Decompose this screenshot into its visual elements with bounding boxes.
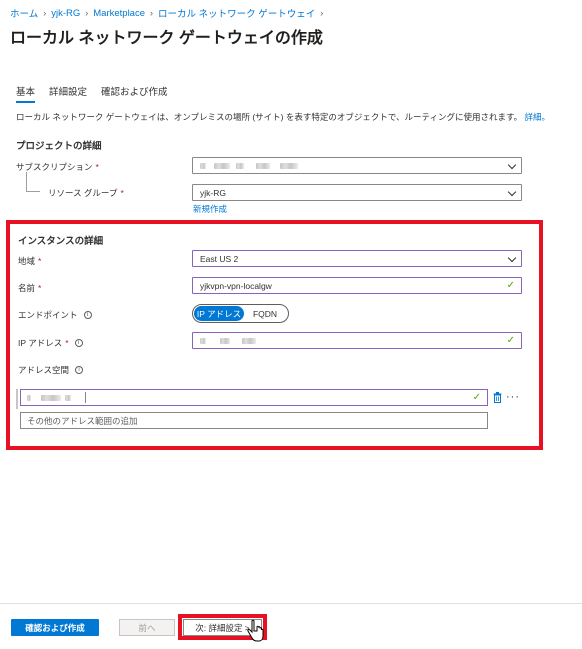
redacted-value (200, 337, 206, 344)
check-icon: ✓ (472, 392, 481, 403)
breadcrumb-resource-group[interactable]: yjk-RG (51, 8, 80, 19)
endpoint-label-text: エンドポイント (18, 310, 78, 320)
project-details-heading: プロジェクトの詳細 (16, 141, 102, 152)
breadcrumb-home[interactable]: ホーム (10, 6, 38, 20)
hand-cursor-icon (247, 619, 264, 642)
redacted-value (220, 337, 230, 344)
tab-basics[interactable]: 基本 (16, 84, 36, 103)
resource-group-label-text: リソース グループ (48, 188, 118, 198)
create-new-resource-group-link[interactable]: 新規作成 (193, 203, 227, 215)
breadcrumb-local-network-gateway[interactable]: ローカル ネットワーク ゲートウェイ (158, 6, 315, 20)
review-create-button[interactable]: 確認および作成 (11, 619, 99, 636)
ip-address-label: IP アドレス * i (18, 337, 83, 349)
more-options-button[interactable]: ··· (285, 28, 300, 42)
description-text: ローカル ネットワーク ゲートウェイは、オンプレミスの場所 (サイト) を表す特… (16, 112, 523, 122)
subscription-select[interactable] (192, 157, 522, 174)
redacted-value (242, 337, 256, 344)
redacted-value (200, 162, 206, 169)
ip-address-label-text: IP アドレス (18, 338, 63, 348)
resource-group-select[interactable]: yjk-RG (192, 184, 522, 201)
address-space-label: アドレス空間 i (18, 364, 84, 376)
required-mark: * (65, 338, 69, 348)
info-icon[interactable]: i (83, 311, 92, 319)
name-input[interactable]: yjkvpn-vpn-localgw ✓ (192, 277, 522, 294)
name-value: yjkvpn-vpn-localgw (200, 280, 272, 291)
name-label-text: 名前 (18, 283, 36, 293)
chevron-right-icon: › (150, 8, 153, 18)
endpoint-toggle[interactable]: IP アドレス FQDN (192, 304, 289, 323)
resource-group-value: yjk-RG (200, 187, 226, 198)
redacted-value (236, 162, 244, 169)
trash-icon[interactable] (493, 392, 502, 403)
redacted-value (256, 162, 270, 169)
tree-connector (26, 172, 40, 192)
region-value: East US 2 (200, 253, 239, 264)
chevron-right-icon: › (320, 8, 324, 18)
page-title: ローカル ネットワーク ゲートウェイの作成 (10, 30, 323, 47)
previous-button: 前へ (119, 619, 175, 636)
name-label: 名前 * (18, 282, 41, 294)
ip-address-input[interactable]: ✓ (192, 332, 522, 349)
redacted-value (27, 394, 31, 401)
required-mark: * (38, 283, 42, 293)
text-cursor (85, 392, 86, 403)
endpoint-label: エンドポイント i (18, 309, 92, 321)
breadcrumb-marketplace[interactable]: Marketplace (93, 8, 145, 19)
chevron-down-icon (507, 253, 517, 263)
row-indicator (16, 389, 18, 409)
check-icon: ✓ (506, 335, 515, 346)
endpoint-option-ip[interactable]: IP アドレス (194, 306, 244, 321)
endpoint-option-fqdn[interactable]: FQDN (244, 306, 286, 321)
required-mark: * (95, 162, 99, 172)
footer-divider (0, 603, 582, 604)
instance-details-heading: インスタンスの詳細 (18, 236, 104, 247)
chevron-down-icon (507, 187, 517, 197)
redacted-value (280, 162, 298, 169)
info-icon[interactable]: i (74, 339, 83, 347)
required-mark: * (120, 188, 124, 198)
redacted-value (41, 394, 61, 401)
address-space-label-text: アドレス空間 (18, 365, 70, 375)
info-icon[interactable]: i (75, 366, 84, 374)
add-address-range-input[interactable]: その他のアドレス範囲の追加 (20, 412, 488, 429)
address-range-input[interactable]: ✓ (20, 389, 488, 406)
page-description: ローカル ネットワーク ゲートウェイは、オンプレミスの場所 (サイト) を表す特… (16, 111, 550, 123)
redacted-value (214, 162, 230, 169)
chevron-right-icon: › (43, 8, 47, 18)
tab-advanced[interactable]: 詳細設定 (49, 84, 87, 100)
required-mark: * (38, 256, 42, 266)
tab-review-create[interactable]: 確認および作成 (101, 84, 168, 100)
region-label-text: 地域 (18, 256, 36, 266)
breadcrumb: ホーム › yjk-RG › Marketplace › ローカル ネットワーク… (10, 6, 328, 21)
redacted-value (65, 394, 71, 401)
tab-bar: 基本 詳細設定 確認および作成 (16, 84, 182, 103)
region-label: 地域 * (18, 255, 41, 267)
resource-group-label: リソース グループ * (48, 187, 124, 199)
chevron-right-icon: › (85, 8, 89, 18)
row-more-button[interactable]: ··· (506, 391, 520, 403)
region-select[interactable]: East US 2 (192, 250, 522, 267)
check-icon: ✓ (506, 280, 515, 291)
learn-more-link[interactable]: 詳細。 (525, 112, 551, 122)
chevron-down-icon (507, 160, 517, 170)
